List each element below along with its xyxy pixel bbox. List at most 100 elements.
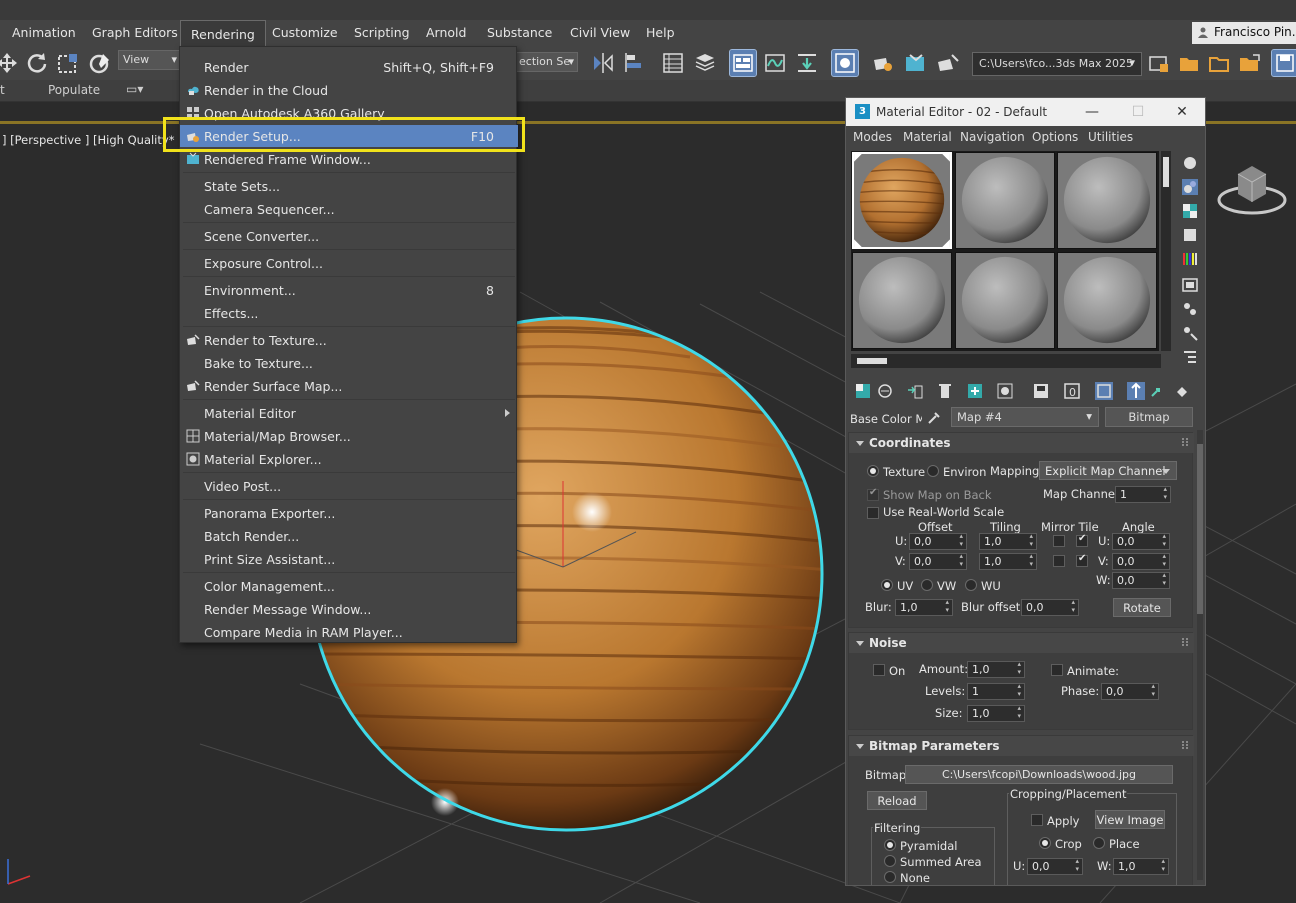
- use-real-world-scale-checkbox[interactable]: [867, 507, 879, 519]
- maximize-icon[interactable]: ☐: [1130, 104, 1146, 120]
- map-name-dropdown[interactable]: Map #4 ▾: [951, 407, 1099, 427]
- map-channel-spinner[interactable]: 1: [1115, 485, 1171, 503]
- amount-spinner[interactable]: 1,0: [967, 660, 1025, 678]
- map-type-button[interactable]: Bitmap: [1105, 407, 1193, 427]
- slots-horizontal-scrollbar[interactable]: [851, 354, 1161, 368]
- menu-item-color-management[interactable]: Color Management...: [180, 575, 518, 597]
- sample-uv-tiling-icon[interactable]: [1181, 226, 1199, 244]
- menu-scripting[interactable]: Scripting: [354, 25, 410, 40]
- levels-spinner[interactable]: 1: [967, 682, 1025, 700]
- menu-item-panorama-exporter[interactable]: Panorama Exporter...: [180, 502, 518, 524]
- none-filter-radio[interactable]: [884, 871, 896, 883]
- export-folder-icon[interactable]: [1236, 50, 1262, 76]
- menu-item-video-post[interactable]: Video Post...: [180, 475, 518, 497]
- curve-editor-icon[interactable]: [762, 50, 788, 76]
- menu-item-print-size-assistant[interactable]: Print Size Assistant...: [180, 548, 518, 570]
- align-icon[interactable]: [622, 50, 648, 76]
- material-map-options-icon[interactable]: [1173, 382, 1191, 400]
- view-image-button[interactable]: View Image: [1095, 810, 1165, 829]
- vw-radio[interactable]: [921, 579, 933, 591]
- project-path-dropdown[interactable]: C:\Users\fco...3ds Max 2025 ▾: [972, 52, 1142, 76]
- u-offset-spinner[interactable]: 0,0: [909, 532, 967, 550]
- pyramidal-radio[interactable]: [884, 839, 896, 851]
- me-menu-material[interactable]: Material: [903, 130, 952, 144]
- wu-radio[interactable]: [965, 579, 977, 591]
- menu-item-state-sets[interactable]: State Sets...: [180, 175, 518, 197]
- apply-crop-checkbox[interactable]: [1031, 814, 1043, 826]
- menu-customize[interactable]: Customize: [272, 25, 338, 40]
- put-material-to-scene-icon[interactable]: [876, 382, 894, 400]
- menu-item-material-map-browser[interactable]: Material/Map Browser...: [180, 425, 518, 447]
- environ-radio[interactable]: [927, 465, 939, 477]
- backlight-icon[interactable]: [1181, 178, 1199, 196]
- v-tile-checkbox[interactable]: [1076, 553, 1088, 567]
- bitmap-parameters-rollout-header[interactable]: Bitmap Parameters: [849, 736, 1194, 756]
- menu-substance[interactable]: Substance: [487, 25, 552, 40]
- material-id-channel-icon[interactable]: [1032, 382, 1050, 400]
- sample-slot-default[interactable]: [852, 252, 952, 349]
- folder-icon[interactable]: [1176, 50, 1202, 76]
- place-icon[interactable]: [87, 50, 113, 76]
- select-by-material-icon[interactable]: [1181, 324, 1199, 342]
- me-menu-options[interactable]: Options: [1032, 130, 1078, 144]
- scene-explorer-icon[interactable]: [660, 50, 686, 76]
- render-setup-toolbar-icon[interactable]: [870, 50, 896, 76]
- ribbon-tab-populate[interactable]: Populate: [48, 83, 100, 97]
- material-editor-icon[interactable]: [831, 49, 859, 77]
- size-spinner[interactable]: 1,0: [967, 704, 1025, 722]
- go-to-parent-icon[interactable]: [1127, 382, 1145, 400]
- save-toolbar-icon[interactable]: [1271, 49, 1296, 77]
- show-shaded-material-icon[interactable]: [1095, 382, 1113, 400]
- minimize-icon[interactable]: —: [1084, 104, 1100, 120]
- project-folder-icon[interactable]: [1146, 50, 1172, 76]
- get-material-icon[interactable]: [854, 382, 872, 400]
- make-unique-icon[interactable]: [966, 382, 984, 400]
- reload-button[interactable]: Reload: [867, 791, 927, 810]
- menu-item-render[interactable]: Render Shift+Q, Shift+F9: [180, 56, 518, 78]
- selection-set-dropdown[interactable]: ection Se ▾: [516, 52, 578, 72]
- menu-item-material-explorer[interactable]: Material Explorer...: [180, 448, 518, 470]
- menu-item-render-message-window[interactable]: Render Message Window...: [180, 598, 518, 620]
- sample-type-sphere-icon[interactable]: [1181, 154, 1199, 172]
- mirror-icon[interactable]: [590, 50, 616, 76]
- ribbon-toggle-icon[interactable]: [729, 49, 757, 77]
- blur-offset-spinner[interactable]: 0,0: [1021, 598, 1079, 616]
- noise-rollout-header[interactable]: Noise: [849, 633, 1194, 653]
- v-mirror-checkbox[interactable]: [1053, 555, 1065, 567]
- u-tile-checkbox[interactable]: [1076, 533, 1088, 547]
- material-id-zero-icon[interactable]: 0: [1063, 382, 1081, 400]
- dope-sheet-icon[interactable]: [794, 50, 820, 76]
- menu-item-exposure-control[interactable]: Exposure Control...: [180, 252, 518, 274]
- place-radio[interactable]: [1093, 837, 1105, 849]
- u-mirror-checkbox[interactable]: [1053, 535, 1065, 547]
- show-map-on-back-checkbox[interactable]: [867, 487, 879, 501]
- sample-slot-default[interactable]: [1057, 252, 1157, 349]
- phase-spinner[interactable]: 0,0: [1101, 682, 1159, 700]
- menu-item-render-surface-map[interactable]: Render Surface Map...: [180, 375, 518, 397]
- eyedropper-icon[interactable]: [926, 410, 942, 426]
- menu-item-compare-media-ram-player[interactable]: Compare Media in RAM Player...: [180, 621, 518, 643]
- v-angle-spinner[interactable]: 0,0: [1112, 552, 1170, 570]
- assign-material-icon[interactable]: [906, 382, 924, 400]
- menu-arnold[interactable]: Arnold: [426, 25, 466, 40]
- menu-rendering[interactable]: Rendering: [180, 20, 266, 46]
- parameters-scrollbar[interactable]: [1197, 430, 1203, 880]
- menu-help[interactable]: Help: [646, 25, 675, 40]
- noise-on-checkbox[interactable]: [873, 664, 885, 676]
- texture-radio[interactable]: [867, 465, 879, 477]
- ribbon-options-icon[interactable]: ▭▾: [126, 82, 143, 96]
- make-preview-icon[interactable]: [1181, 276, 1199, 294]
- menu-graph-editors[interactable]: Graph Editors: [92, 25, 178, 40]
- rotate-button[interactable]: Rotate: [1113, 598, 1171, 617]
- ribbon-tab-partial[interactable]: t: [0, 83, 5, 97]
- menu-civil-view[interactable]: Civil View: [570, 25, 630, 40]
- menu-item-material-editor[interactable]: Material Editor: [180, 402, 518, 424]
- uv-radio[interactable]: [881, 579, 893, 591]
- reset-map-icon[interactable]: [936, 382, 954, 400]
- crop-u-spinner[interactable]: 0,0: [1027, 857, 1083, 875]
- scale-icon[interactable]: [55, 50, 81, 76]
- me-menu-navigation[interactable]: Navigation: [960, 130, 1025, 144]
- menu-item-render-to-texture[interactable]: Render to Texture...: [180, 329, 518, 351]
- rendered-frame-window-icon[interactable]: [902, 50, 928, 76]
- rotate-icon[interactable]: [24, 50, 50, 76]
